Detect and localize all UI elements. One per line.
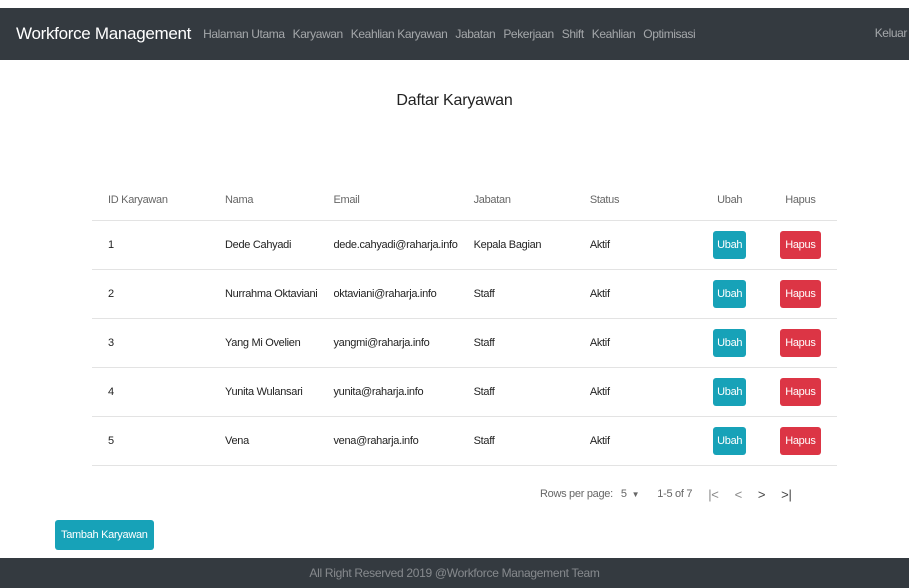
caret-down-icon: ▼ — [631, 489, 640, 499]
cell-id: 3 — [92, 318, 210, 368]
nav-item-karyawan[interactable]: Karyawan — [293, 27, 344, 41]
cell-id: 5 — [92, 416, 210, 466]
cell-id: 4 — [92, 367, 210, 417]
cell-id: 2 — [92, 269, 210, 319]
cell-name: Nurrahma Oktaviani — [209, 269, 318, 319]
header-id: ID Karyawan — [92, 180, 210, 221]
edit-button[interactable]: Ubah — [713, 427, 747, 455]
pagination: Rows per page: 5 ▼ 1-5 of 7 |< < > >| — [540, 484, 792, 504]
logout-link[interactable]: Keluar — [875, 26, 908, 40]
delete-button[interactable]: Hapus — [780, 280, 821, 308]
page-range: 1-5 of 7 — [657, 488, 693, 500]
header-delete: Hapus — [763, 180, 837, 221]
rows-per-page-label: Rows per page: — [540, 488, 613, 500]
last-page-icon[interactable]: >| — [781, 487, 792, 502]
table-header-row: ID Karyawan Nama Email Jabatan Status Ub… — [92, 180, 837, 221]
table-row: 2 Nurrahma Oktaviani oktaviani@raharja.inf… — [92, 269, 837, 319]
table-row: 1 Dede Cahyadi dede.cahyadi@raharja.info Ke… — [92, 220, 837, 270]
cell-status: Aktif — [573, 318, 696, 368]
nav-item-pekerjaan[interactable]: Pekerjaan — [503, 27, 554, 41]
add-employee-button[interactable]: Tambah Karyawan — [55, 520, 154, 550]
nav-item-keahlian-karyawan[interactable]: Keahlian Karyawan — [351, 27, 448, 41]
cell-status: Aktif — [573, 367, 696, 417]
table-row: 4 Yunita Wulansari yunita@raharja.info Staf… — [92, 367, 837, 417]
employee-table: ID Karyawan Nama Email Jabatan Status Ub… — [92, 180, 837, 466]
cell-edit: Ubah — [695, 269, 764, 319]
edit-button[interactable]: Ubah — [713, 329, 747, 357]
delete-button[interactable]: Hapus — [780, 378, 821, 406]
rows-per-page-value: 5 — [620, 488, 627, 500]
cell-email: yunita@raharja.info — [317, 367, 458, 417]
cell-delete: Hapus — [763, 220, 837, 270]
nav-item-jabatan[interactable]: Jabatan — [455, 27, 495, 41]
header-name: Nama — [209, 180, 318, 221]
cell-name: Vena — [209, 416, 318, 466]
cell-name: Dede Cahyadi — [209, 220, 318, 270]
delete-button[interactable]: Hapus — [780, 427, 821, 455]
page-title: Daftar Karyawan — [396, 92, 513, 109]
nav-item-optimisasi[interactable]: Optimisasi — [643, 27, 695, 41]
next-page-icon[interactable]: > — [758, 487, 766, 502]
prev-page-icon[interactable]: < — [735, 487, 743, 502]
brand[interactable]: Workforce Management — [16, 24, 191, 44]
edit-button[interactable]: Ubah — [713, 280, 747, 308]
footer: All Right Reserved 2019 @Workforce Manag… — [0, 558, 909, 588]
cell-edit: Ubah — [695, 416, 764, 466]
cell-email: yangmi@raharja.info — [317, 318, 458, 368]
cell-delete: Hapus — [763, 416, 837, 466]
edit-button[interactable]: Ubah — [713, 378, 747, 406]
rows-per-page-select[interactable]: 5 ▼ — [620, 488, 640, 500]
header-position: Jabatan — [457, 180, 574, 221]
cell-delete: Hapus — [763, 318, 837, 368]
cell-email: oktaviani@raharja.info — [317, 269, 458, 319]
delete-button[interactable]: Hapus — [780, 329, 821, 357]
header-status: Status — [573, 180, 696, 221]
cell-edit: Ubah — [695, 367, 764, 417]
header-email: Email — [317, 180, 458, 221]
first-page-icon[interactable]: |< — [708, 487, 719, 502]
cell-id: 1 — [92, 220, 210, 270]
edit-button[interactable]: Ubah — [713, 231, 747, 259]
cell-delete: Hapus — [763, 367, 837, 417]
top-navbar: Workforce Management Halaman Utama Karya… — [0, 8, 909, 60]
cell-edit: Ubah — [695, 220, 764, 270]
cell-position: Kepala Bagian — [457, 220, 574, 270]
cell-position: Staff — [457, 367, 574, 417]
cell-email: vena@raharja.info — [317, 416, 458, 466]
delete-button[interactable]: Hapus — [780, 231, 821, 259]
cell-position: Staff — [457, 416, 574, 466]
nav-item-shift[interactable]: Shift — [562, 27, 584, 41]
nav-item-keahlian[interactable]: Keahlian — [592, 27, 636, 41]
cell-status: Aktif — [573, 269, 696, 319]
cell-status: Aktif — [573, 220, 696, 270]
header-edit: Ubah — [695, 180, 764, 221]
cell-email: dede.cahyadi@raharja.info — [317, 220, 458, 270]
cell-name: Yang Mi Ovelien — [209, 318, 318, 368]
table-row: 5 Vena vena@raharja.info Staff Aktif Ubah Hapu… — [92, 416, 837, 466]
cell-name: Yunita Wulansari — [209, 367, 318, 417]
cell-status: Aktif — [573, 416, 696, 466]
table-row: 3 Yang Mi Ovelien yangmi@raharja.info Staff… — [92, 318, 837, 368]
cell-edit: Ubah — [695, 318, 764, 368]
cell-position: Staff — [457, 318, 574, 368]
nav-menu: Halaman Utama Karyawan Keahlian Karyawan… — [199, 27, 699, 41]
nav-item-halaman-utama[interactable]: Halaman Utama — [203, 27, 285, 41]
cell-position: Staff — [457, 269, 574, 319]
cell-delete: Hapus — [763, 269, 837, 319]
